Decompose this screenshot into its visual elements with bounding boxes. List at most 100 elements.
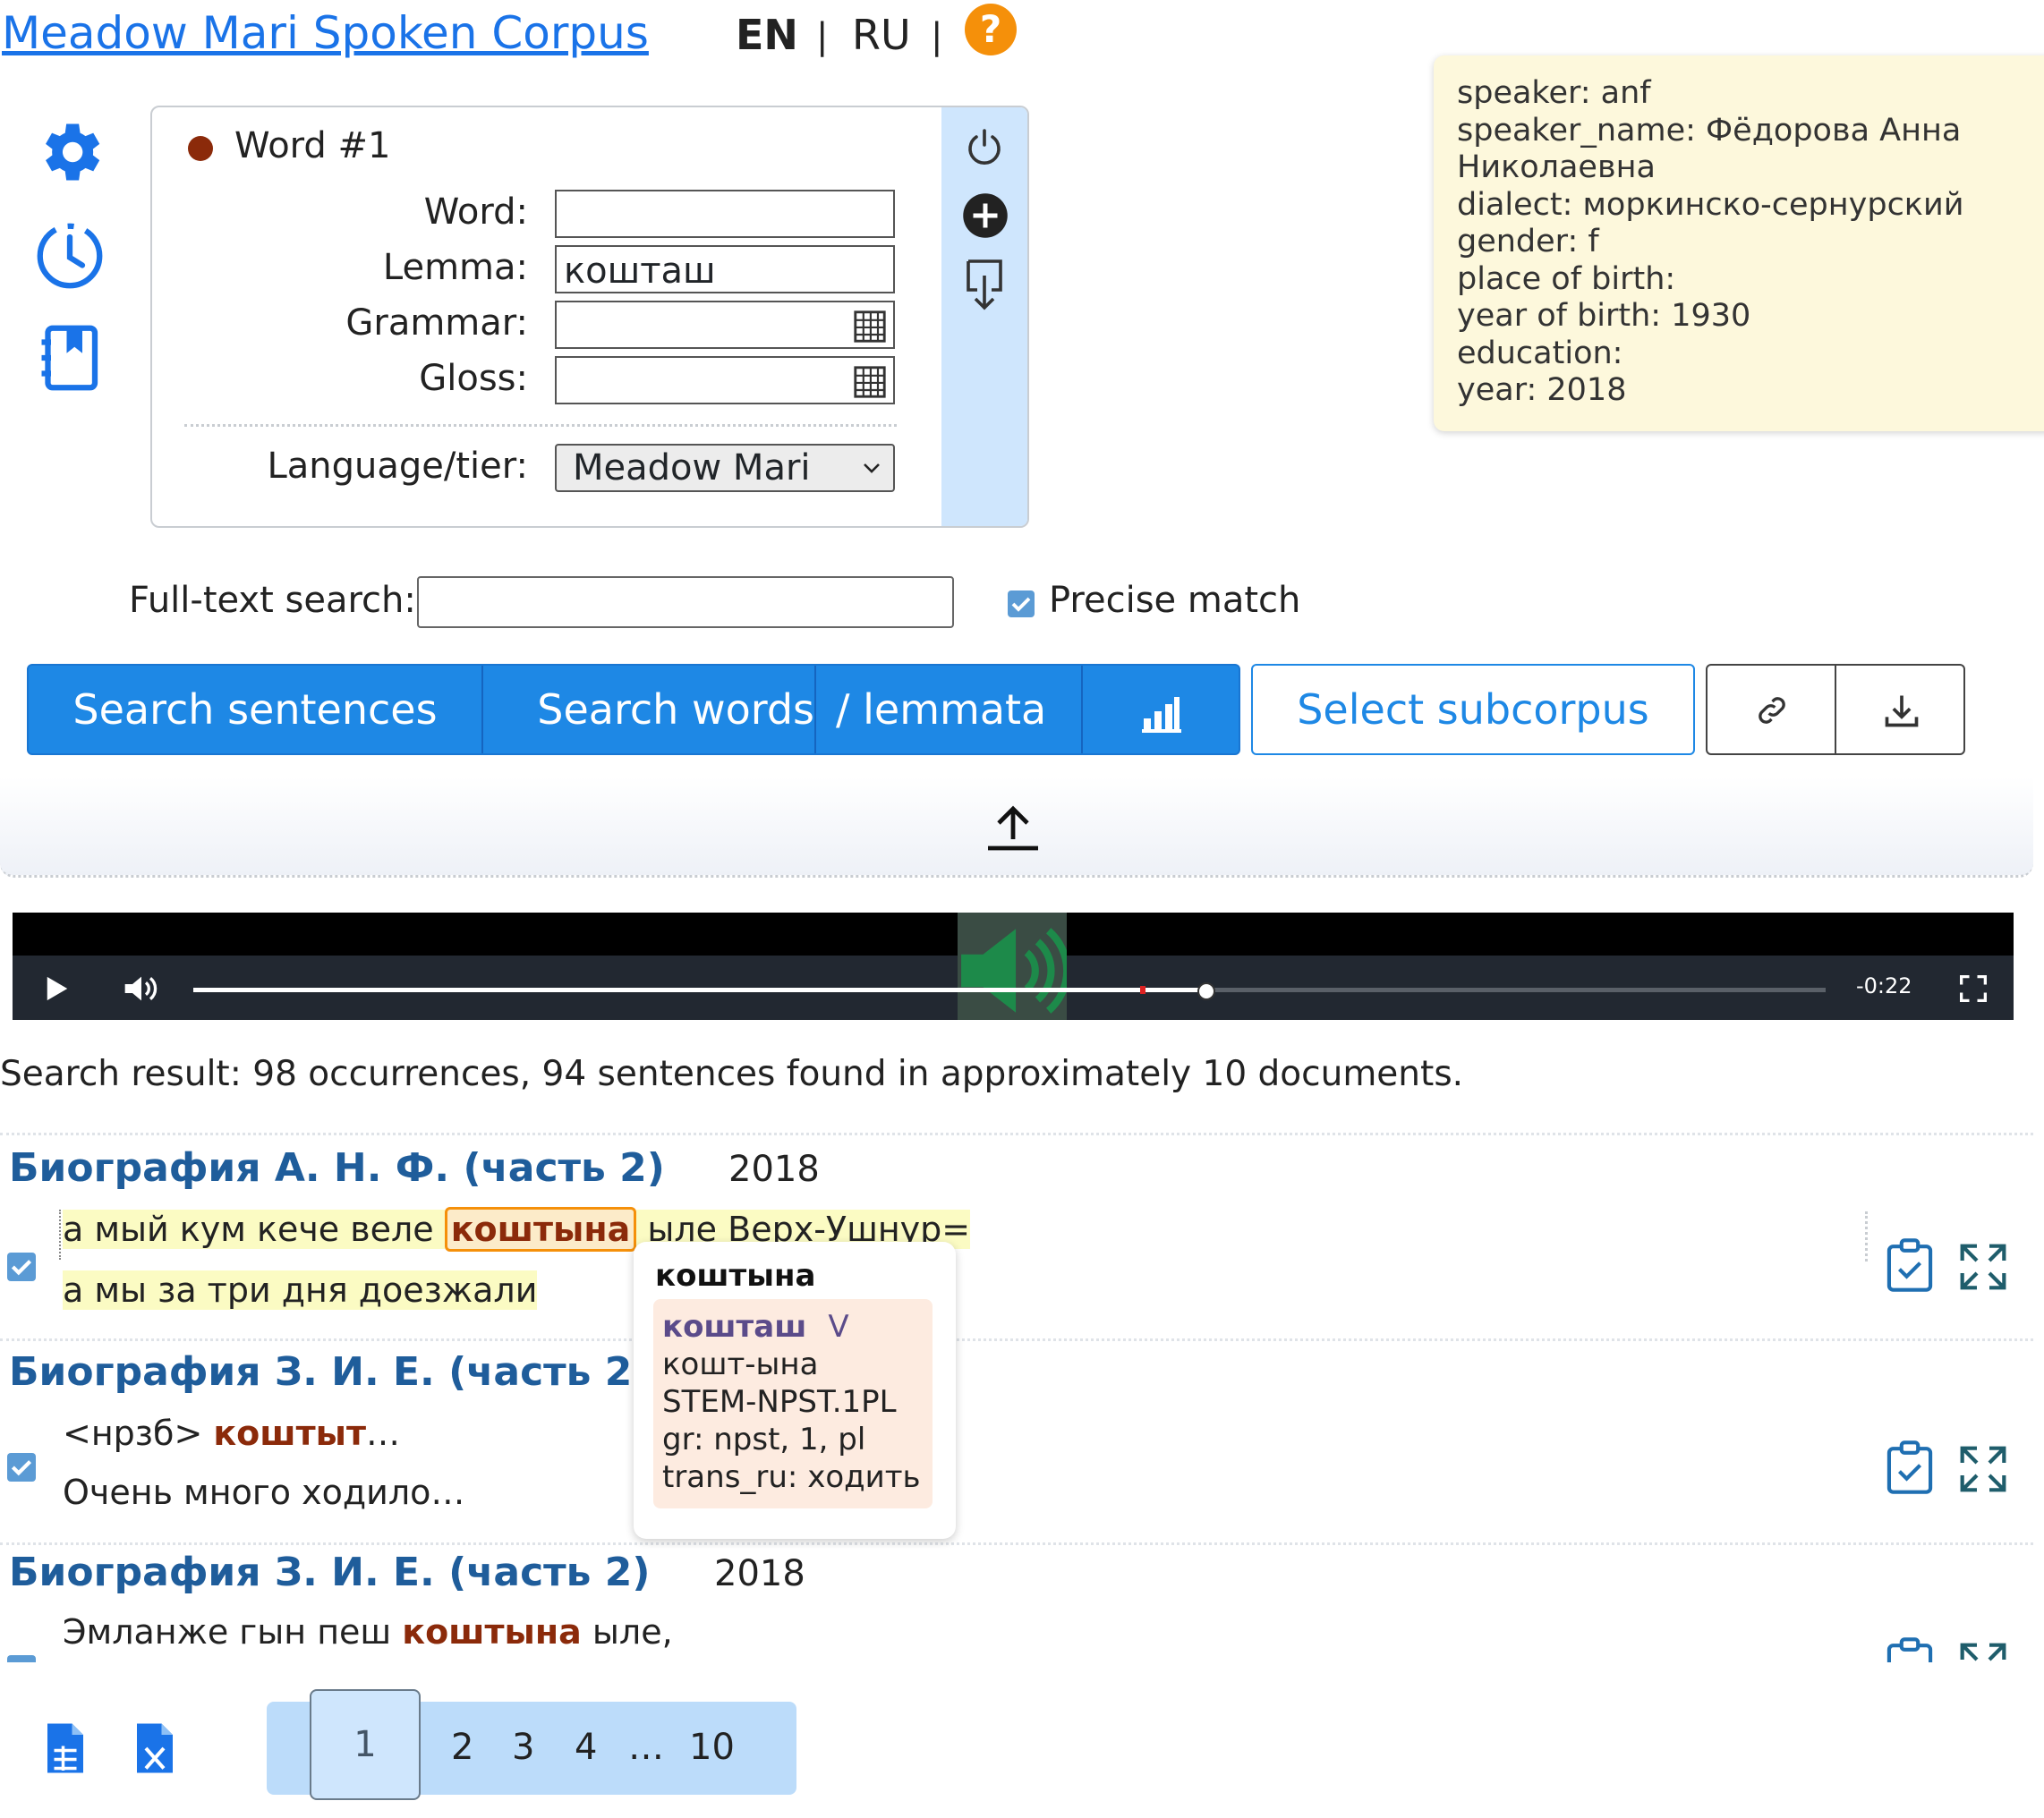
search-button-group: Search sentences Search words / lemmata (27, 664, 1240, 755)
notebook-icon[interactable] (32, 320, 107, 395)
fullscreen-icon[interactable] (1960, 975, 1987, 1002)
result-select-checkbox[interactable] (7, 1655, 36, 1662)
speaker-info-line: Николаевна (1457, 149, 1656, 185)
result-doc-title[interactable]: Биография З. И. Е. (часть 2) (9, 1349, 651, 1395)
negate-word-icon[interactable] (963, 258, 1006, 311)
seek-handle[interactable] (1197, 982, 1215, 1000)
language-select[interactable]: Meadow Mari (555, 444, 895, 492)
precise-match-label: Precise match (1049, 580, 1301, 621)
power-icon[interactable] (963, 125, 1006, 168)
grammar-selector-icon[interactable] (854, 310, 886, 343)
grammar-label: Grammar: (345, 302, 528, 344)
language-label: Language/tier: (267, 446, 528, 487)
speaker-info-line: gender: f (1457, 224, 1599, 259)
lang-separator: | (816, 16, 829, 57)
checkmark-icon (11, 1260, 32, 1276)
history-icon[interactable] (32, 218, 107, 293)
language-select-value: Meadow Mari (573, 447, 811, 488)
sentence-text: … (366, 1414, 401, 1453)
time-remaining: -0:22 (1856, 973, 1912, 998)
lang-ru-link[interactable]: RU (852, 11, 911, 59)
clipboard-check-icon[interactable] (1885, 1238, 1935, 1292)
expand-context-icon[interactable] (1958, 1639, 2008, 1662)
word-input[interactable] (555, 190, 895, 238)
tooltip-word: коштына (655, 1258, 816, 1294)
seek-marker (1140, 986, 1145, 994)
result-select-checkbox[interactable] (7, 1453, 36, 1482)
gloss-label: Gloss: (419, 358, 528, 399)
search-lemmata-button[interactable]: / lemmata (816, 666, 1081, 753)
result-doc-year: 2018 (728, 1149, 820, 1190)
collapse-query-bar[interactable] (0, 777, 2033, 878)
copy-link-button[interactable] (1706, 664, 1836, 755)
export-xlsx-icon[interactable] (132, 1721, 177, 1775)
result-divider (0, 1542, 2033, 1545)
word-box-divider (184, 424, 897, 427)
lemma-label: Lemma: (382, 247, 528, 288)
speaker-sound-icon (961, 928, 1067, 1014)
lang-separator: | (931, 16, 943, 57)
precise-match-checkbox[interactable] (1008, 590, 1035, 617)
word-actions-sidebar (941, 107, 1027, 526)
tooltip-gloss: STEM-NPST.1PL (662, 1384, 897, 1420)
sentence-text: Эмланже гын пеш (63, 1612, 403, 1652)
lemma-input[interactable]: кошташ (555, 245, 895, 293)
checkmark-icon (1011, 597, 1031, 612)
fulltext-input[interactable] (417, 576, 954, 628)
expand-context-icon[interactable] (1958, 1240, 2008, 1294)
result-keyword[interactable]: коштыт (213, 1414, 366, 1453)
word-query-panel: Word #1 Word: Lemma: кошташ Grammar: Glo… (150, 106, 1029, 528)
gear-icon[interactable] (32, 115, 107, 190)
result-doc-title[interactable]: Биография А. Н. Ф. (часть 2) (9, 1145, 665, 1191)
result-sentence: Эмланже гын пеш коштына ыле, (63, 1612, 673, 1652)
arrow-up-icon[interactable] (984, 803, 1042, 852)
speaker-info-line: dialect: моркинско-сернурский (1457, 186, 1964, 223)
download-icon (1885, 695, 1919, 727)
result-actions-divider (1865, 1211, 1868, 1262)
word-stats-button[interactable] (1083, 666, 1240, 753)
media-player: -0:22 (13, 913, 2014, 1020)
speaker-info-line: year: 2018 (1457, 372, 1627, 408)
checkmark-icon (11, 1460, 32, 1476)
seek-progress (193, 988, 1205, 992)
search-result-summary: Search result: 98 occurrences, 94 senten… (0, 1054, 1464, 1094)
speaker-info-line: education: (1457, 335, 1623, 371)
expand-context-icon[interactable] (1958, 1442, 2008, 1496)
lang-en-link[interactable]: EN (736, 11, 798, 59)
search-words-button[interactable]: Search words (483, 666, 822, 753)
gloss-input[interactable] (555, 356, 895, 404)
page-current[interactable]: 1 (310, 1689, 421, 1800)
speaker-info-tooltip: speaker: anf speaker_name: Фёдорова Анна… (1434, 55, 2044, 431)
page-link[interactable]: 4 (575, 1727, 597, 1768)
result-select-checkbox[interactable] (7, 1253, 36, 1281)
play-icon[interactable] (45, 975, 70, 1002)
export-csv-icon[interactable] (43, 1721, 88, 1775)
word-title: Word #1 (234, 125, 391, 166)
download-results-button[interactable] (1835, 664, 1965, 755)
link-icon (1759, 697, 1785, 724)
clipboard-check-icon[interactable] (1885, 1440, 1935, 1494)
result-item-clipped: Биография З. И. Е. (часть 2) 2018 Эмланж… (0, 1548, 2044, 1662)
sentence-text: а мый кум кече веле (63, 1210, 445, 1249)
select-subcorpus-button[interactable]: Select subcorpus (1251, 664, 1695, 755)
volume-icon[interactable] (123, 973, 159, 1004)
result-doc-title[interactable]: Биография З. И. Е. (часть 2) (9, 1550, 651, 1595)
result-translation: а мы за три дня доезжали (63, 1270, 538, 1310)
gloss-selector-icon[interactable] (854, 366, 886, 398)
page-link[interactable]: 3 (512, 1727, 534, 1768)
result-divider (0, 1133, 2033, 1135)
result-doc-year: 2018 (714, 1553, 805, 1594)
site-title-link[interactable]: Meadow Mari Spoken Corpus (2, 7, 649, 59)
page-link[interactable]: 2 (451, 1727, 473, 1768)
add-word-icon[interactable] (961, 191, 1009, 240)
sound-overlay (958, 913, 1067, 1020)
result-keyword[interactable]: коштына (402, 1612, 582, 1652)
page-ellipsis: … (628, 1727, 664, 1768)
help-button[interactable]: ? (965, 4, 1017, 55)
grammar-input[interactable] (555, 301, 895, 349)
page-link-last[interactable]: 10 (689, 1727, 735, 1768)
result-keyword[interactable]: коштына (444, 1207, 637, 1252)
clipboard-check-icon[interactable] (1885, 1637, 1935, 1662)
speaker-info-line: speaker: anf (1457, 75, 1651, 111)
search-sentences-button[interactable]: Search sentences (29, 666, 481, 753)
